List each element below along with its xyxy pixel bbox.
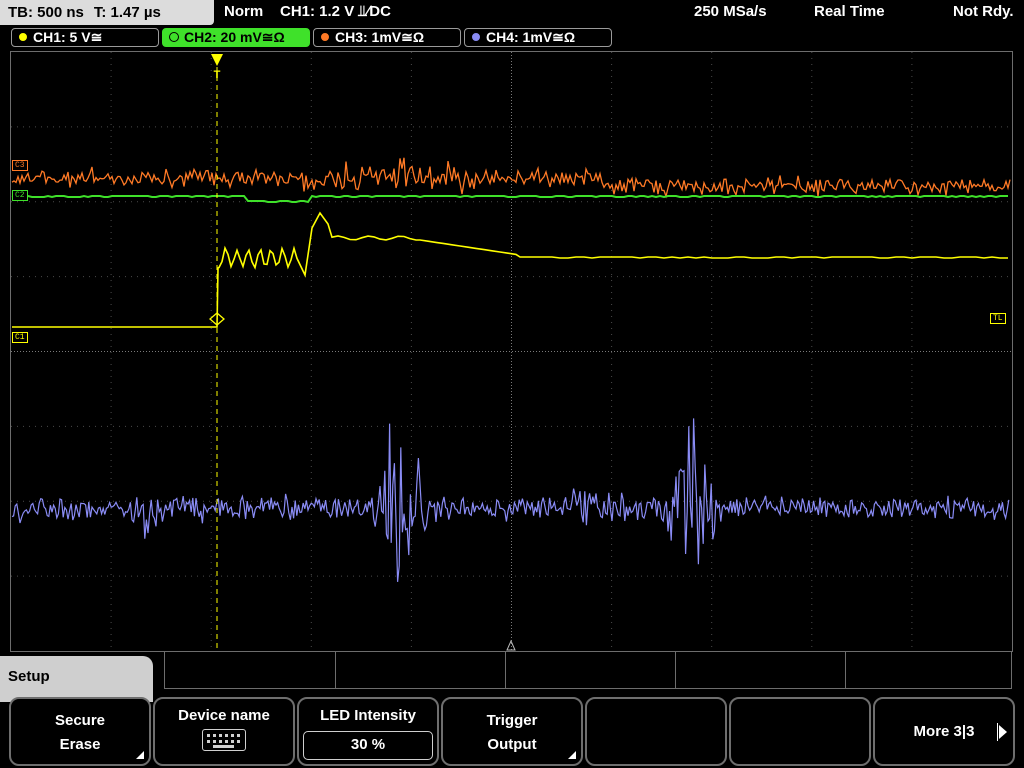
ch2-offset-marker[interactable]: C2: [12, 190, 28, 201]
trigger-output-button[interactable]: Trigger Output: [441, 697, 583, 766]
trigger-level-marker[interactable]: TL: [990, 313, 1006, 324]
grid: [11, 52, 1012, 651]
more-label: More 3|3: [913, 723, 975, 740]
next-page-icon-bar: [997, 723, 998, 741]
submenu-corner-icon: [136, 751, 144, 759]
keyboard-icon: [202, 729, 246, 751]
next-page-icon: [999, 725, 1007, 739]
ch1-offset-marker[interactable]: C1: [12, 332, 28, 343]
secure-erase-label-2: Erase: [59, 736, 101, 753]
center-marker-icon: [506, 639, 516, 651]
submenu-corner-icon: [568, 751, 576, 759]
led-intensity-value[interactable]: 30 %: [303, 731, 433, 760]
secure-erase-label-1: Secure: [54, 712, 106, 729]
more-button[interactable]: More 3|3: [873, 697, 1015, 766]
trigger-position-icon: [211, 54, 223, 66]
ch3-offset-marker[interactable]: C3: [12, 160, 28, 171]
softkey-5[interactable]: [585, 697, 727, 766]
trigger-output-label-1: Trigger: [486, 712, 538, 729]
led-intensity-label: LED Intensity: [320, 707, 416, 724]
ch4-trace: [11, 418, 1010, 582]
menu-title: Setup: [8, 668, 50, 685]
device-name-label: Device name: [178, 707, 270, 724]
led-intensity-button[interactable]: LED Intensity 30 %: [297, 697, 439, 766]
secure-erase-button[interactable]: Secure Erase: [9, 697, 151, 766]
ch1-trace: [12, 211, 1008, 328]
timeline-strip: [164, 652, 1012, 689]
ch2-trace: [11, 194, 1008, 204]
trigger-position-label: T: [214, 69, 221, 81]
trigger-output-label-2: Output: [487, 736, 537, 753]
menu-tab-setup[interactable]: Setup: [0, 656, 153, 702]
softkey-6[interactable]: [729, 697, 871, 766]
device-name-button[interactable]: Device name: [153, 697, 295, 766]
